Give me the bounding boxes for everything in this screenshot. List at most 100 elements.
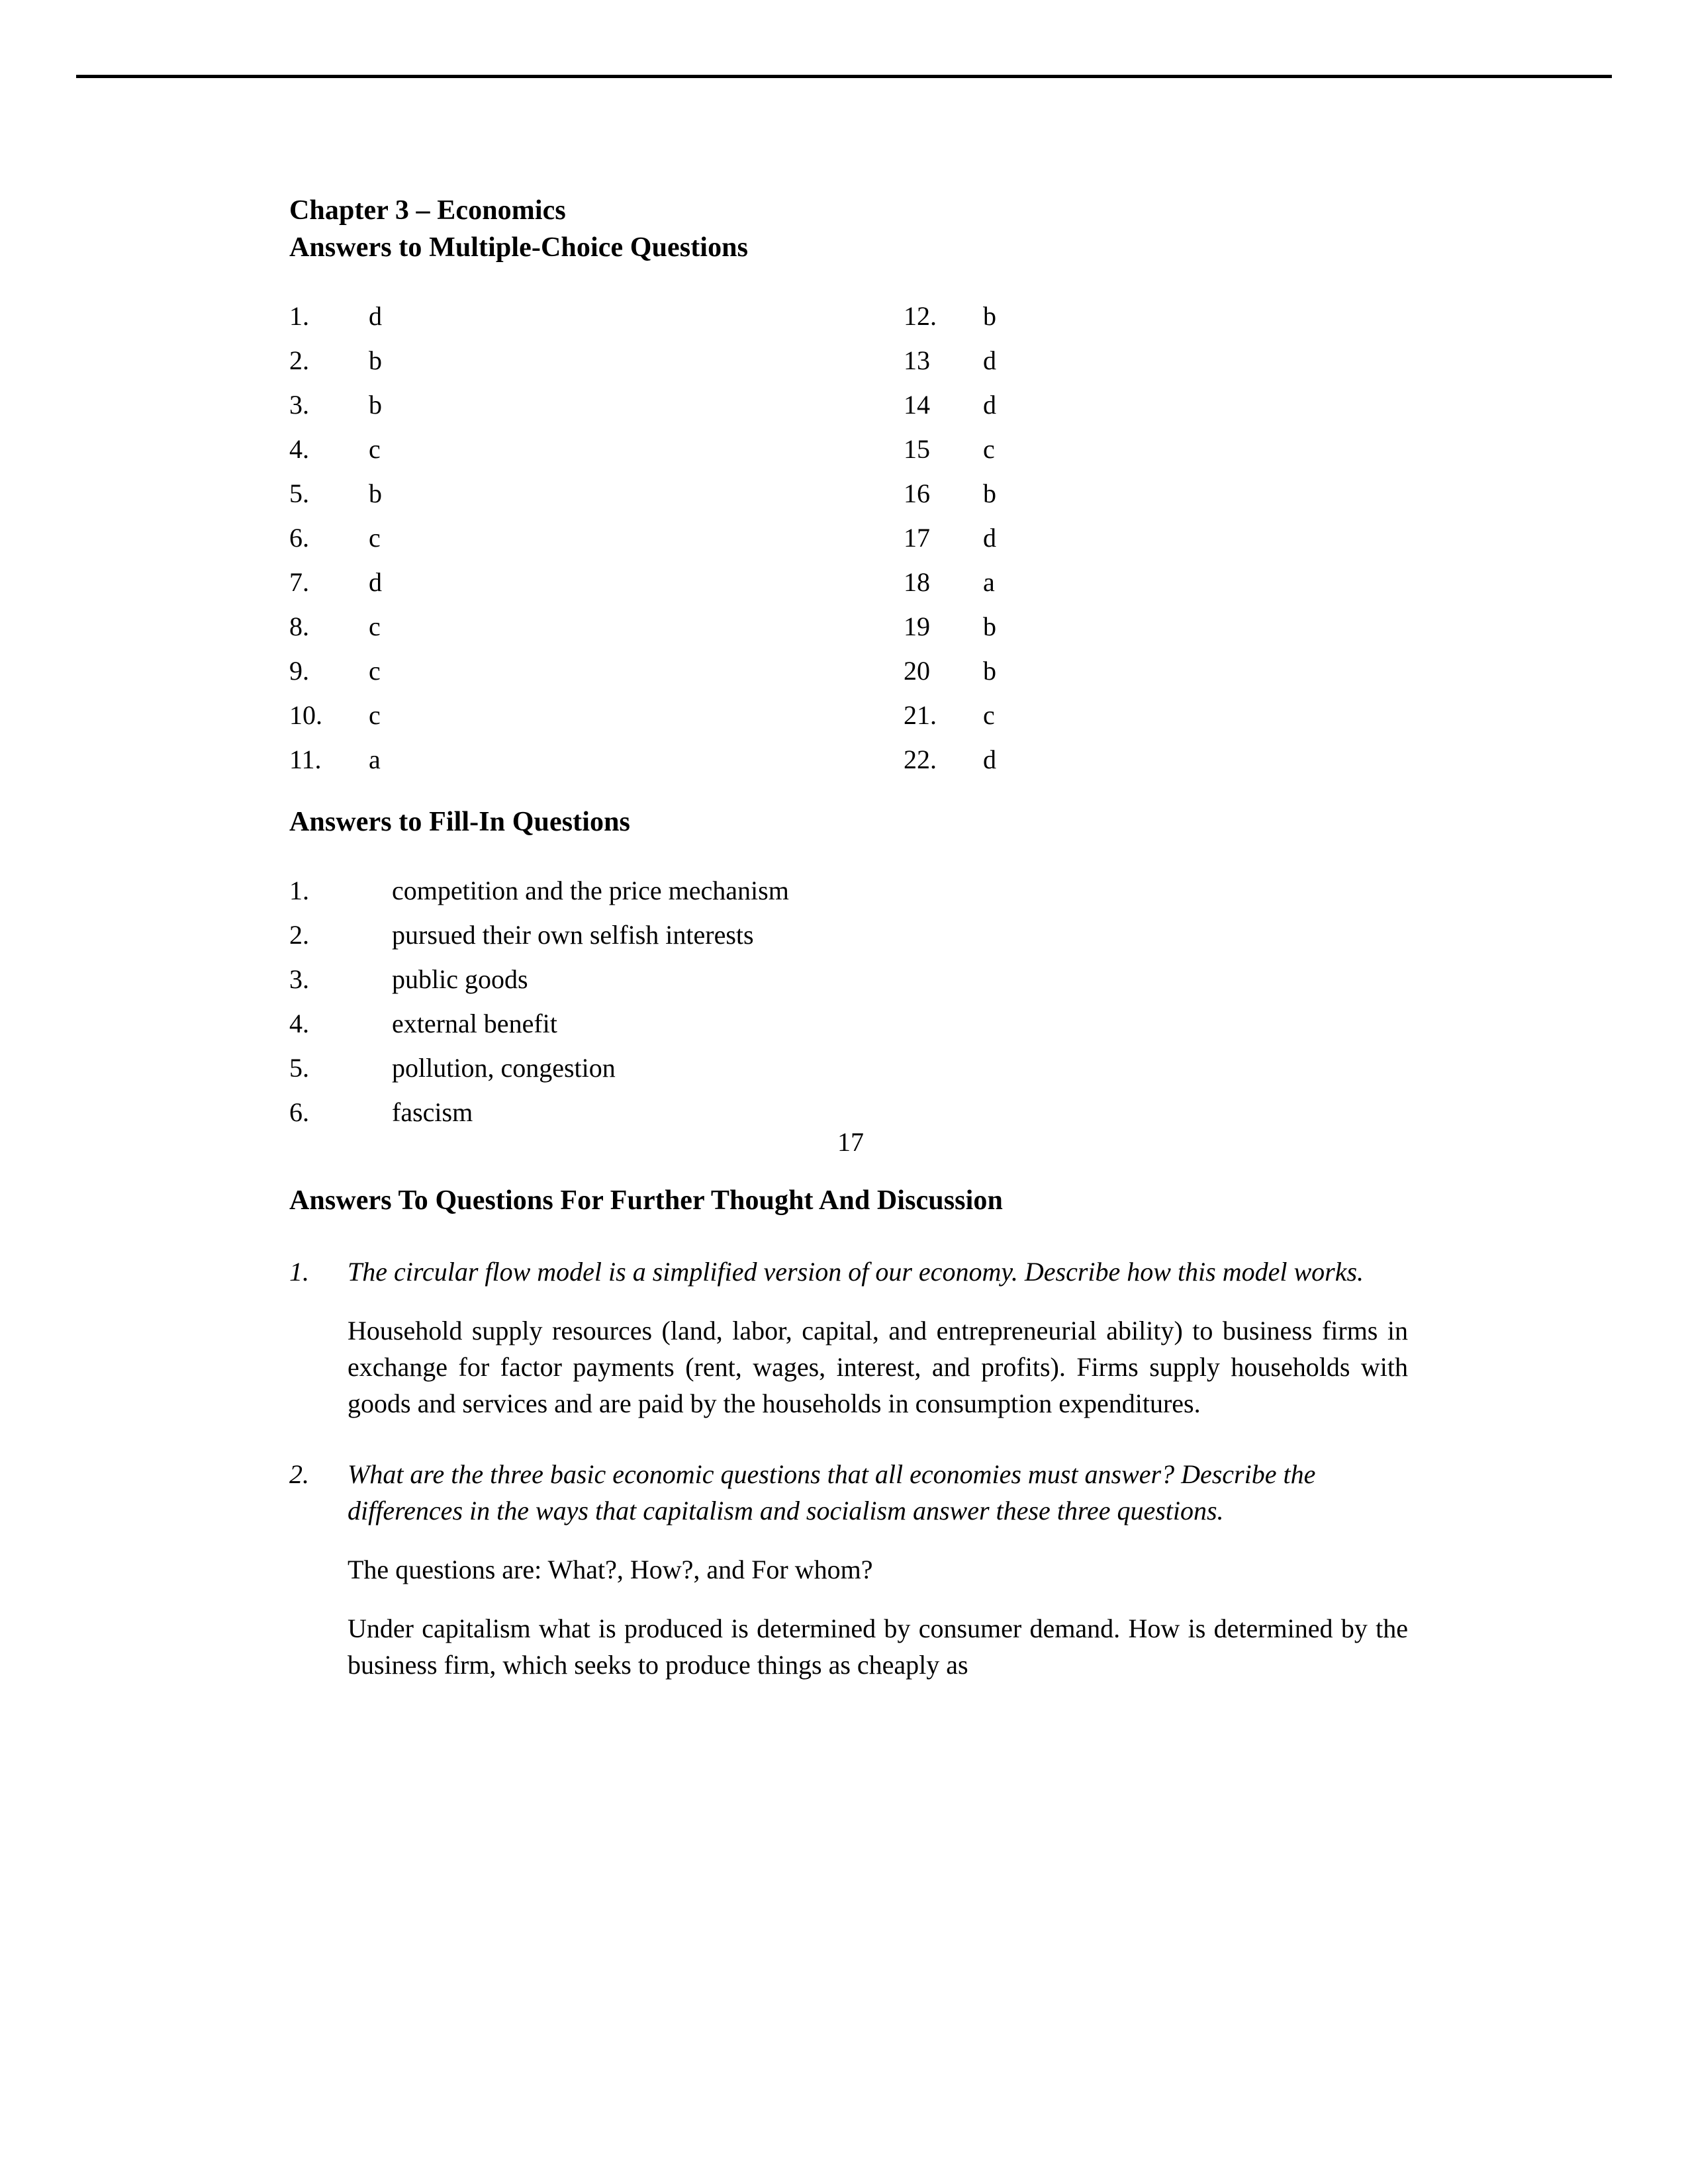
discussion-question-2: 2. What are the three basic economic que… (289, 1456, 1408, 1529)
answer-row: 14 d (904, 389, 996, 433)
answer-number: 11. (289, 745, 322, 774)
answer-letter: b (983, 612, 996, 641)
fill-in-number: 6. (289, 1097, 309, 1127)
answer-letter: b (983, 478, 996, 508)
answer-row: 3. b (289, 389, 382, 433)
answer-row: 13 d (904, 345, 996, 389)
answer-number: 20 (904, 656, 930, 686)
answer-row: 10. c (289, 700, 382, 744)
fill-in-section-heading: Answers to Fill-In Questions (289, 807, 631, 837)
answer-letter: b (369, 345, 382, 375)
fill-in-number: 4. (289, 1009, 309, 1038)
answer-row: 19 b (904, 611, 996, 655)
fill-in-answer-list: 1. competition and the price mechanism 2… (289, 875, 1408, 1141)
list-item: 2. pursued their own selfish interests (289, 919, 1408, 964)
question-number: 1. (289, 1257, 309, 1287)
answer-number: 10. (289, 700, 322, 730)
answer-number: 6. (289, 523, 309, 553)
answer-number: 9. (289, 656, 309, 686)
fill-in-answer: competition and the price mechanism (392, 876, 789, 905)
answer-number: 13 (904, 345, 930, 375)
fill-in-number: 5. (289, 1053, 309, 1083)
answer-paragraph: Under capitalism what is produced is det… (348, 1614, 1408, 1680)
answer-letter: b (369, 478, 382, 508)
multiple-choice-right-column: 12. b 13 d 14 d 15 c 16 b 17 d 18 a 19 b… (904, 300, 996, 788)
fill-in-answer: pursued their own selfish interests (392, 920, 754, 950)
answer-row: 18 a (904, 567, 996, 611)
page-title-line-1: Chapter 3 – Economics (289, 195, 566, 226)
answer-number: 2. (289, 345, 309, 375)
answer-letter: c (983, 434, 995, 464)
answer-letter: b (983, 656, 996, 686)
answer-row: 17 d (904, 522, 996, 567)
answer-row: 12. b (904, 300, 996, 345)
answer-number: 16 (904, 478, 930, 508)
answer-number: 18 (904, 567, 930, 597)
answer-row: 21. c (904, 700, 996, 744)
answer-number: 21. (904, 700, 937, 730)
answer-letter: d (983, 345, 996, 375)
multiple-choice-left-column: 1. d 2. b 3. b 4. c 5. b 6. c 7. d 8. c … (289, 300, 382, 788)
answer-number: 22. (904, 745, 937, 774)
answer-row: 22. d (904, 744, 996, 788)
answer-letter: d (369, 301, 382, 331)
answer-letter: b (369, 390, 382, 420)
answer-letter: a (983, 567, 995, 597)
answer-row: 16 b (904, 478, 996, 522)
answer-row: 15 c (904, 433, 996, 478)
question-text: What are the three basic economic questi… (348, 1459, 1316, 1525)
answer-letter: d (983, 523, 996, 553)
answer-letter: c (369, 434, 381, 464)
answer-number: 1. (289, 301, 309, 331)
header-divider-rule (76, 75, 1612, 78)
question-number: 2. (289, 1459, 309, 1489)
list-item: 1. competition and the price mechanism (289, 875, 1408, 919)
answer-number: 14 (904, 390, 930, 420)
answer-row: 4. c (289, 433, 382, 478)
question-text: The circular flow model is a simplified … (348, 1257, 1364, 1287)
list-item: 4. external benefit (289, 1008, 1408, 1052)
answer-number: 19 (904, 612, 930, 641)
answer-row: 20 b (904, 655, 996, 700)
discussion-section-heading: Answers To Questions For Further Thought… (289, 1185, 1003, 1216)
page-title-line-2: Answers to Multiple-Choice Questions (289, 232, 749, 263)
answer-letter: a (369, 745, 381, 774)
answer-letter: c (369, 656, 381, 686)
fill-in-answer: public goods (392, 964, 528, 994)
answer-row: 11. a (289, 744, 382, 788)
answer-letter: b (983, 301, 996, 331)
answer-paragraph: The questions are: What?, How?, and For … (348, 1555, 873, 1584)
answer-row: 1. d (289, 300, 382, 345)
answer-number: 15 (904, 434, 930, 464)
answer-number: 7. (289, 567, 309, 597)
answer-number: 4. (289, 434, 309, 464)
multiple-choice-answer-block: 1. d 2. b 3. b 4. c 5. b 6. c 7. d 8. c … (289, 300, 1408, 803)
fill-in-number: 3. (289, 964, 309, 994)
answer-number: 12. (904, 301, 937, 331)
answer-number: 17 (904, 523, 930, 553)
page-number: 17 (837, 1127, 864, 1157)
fill-in-answer: fascism (392, 1097, 473, 1127)
answer-paragraph: Household supply resources (land, labor,… (348, 1316, 1408, 1418)
fill-in-answer: pollution, congestion (392, 1053, 616, 1083)
answer-letter: d (369, 567, 382, 597)
page-content: Chapter 3 – Economics Answers to Multipl… (289, 192, 1408, 1683)
list-item: 5. pollution, congestion (289, 1052, 1408, 1097)
fill-in-answer: external benefit (392, 1009, 557, 1038)
answer-number: 8. (289, 612, 309, 641)
answer-letter: d (983, 745, 996, 774)
answer-number: 3. (289, 390, 309, 420)
answer-number: 5. (289, 478, 309, 508)
answer-letter: c (369, 612, 381, 641)
answer-letter: c (369, 523, 381, 553)
answer-letter: d (983, 390, 996, 420)
answer-row: 5. b (289, 478, 382, 522)
list-item: 3. public goods (289, 964, 1408, 1008)
answer-letter: c (983, 700, 995, 730)
